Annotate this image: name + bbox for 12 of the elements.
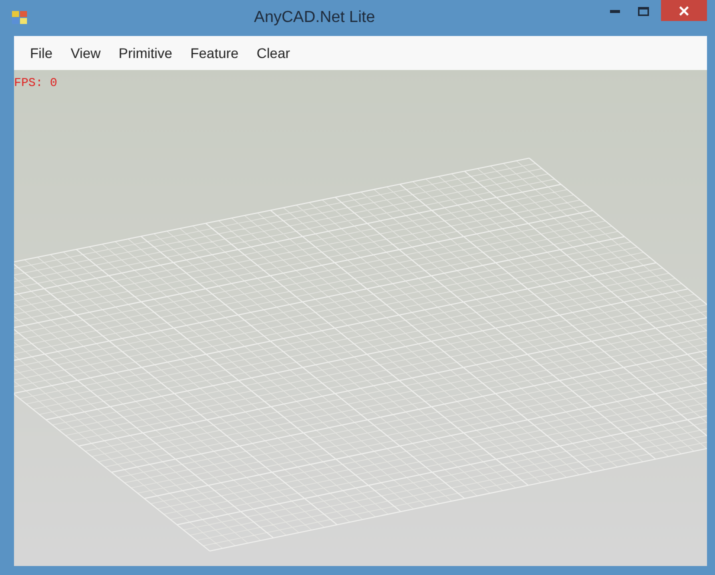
menu-item[interactable]: File xyxy=(22,42,61,64)
minimize-icon xyxy=(610,10,620,12)
close-button[interactable] xyxy=(661,0,707,21)
app-icon xyxy=(12,11,28,25)
menu-item[interactable]: Clear xyxy=(248,42,298,64)
window-title: AnyCAD.Net Lite xyxy=(254,8,375,28)
menu-item[interactable]: Primitive xyxy=(110,42,180,64)
close-icon xyxy=(679,6,689,16)
maximize-icon xyxy=(638,6,648,16)
menu-item[interactable]: View xyxy=(62,42,109,64)
fps-label: FPS: 0 xyxy=(14,75,58,92)
menu-item[interactable]: Feature xyxy=(182,42,247,64)
